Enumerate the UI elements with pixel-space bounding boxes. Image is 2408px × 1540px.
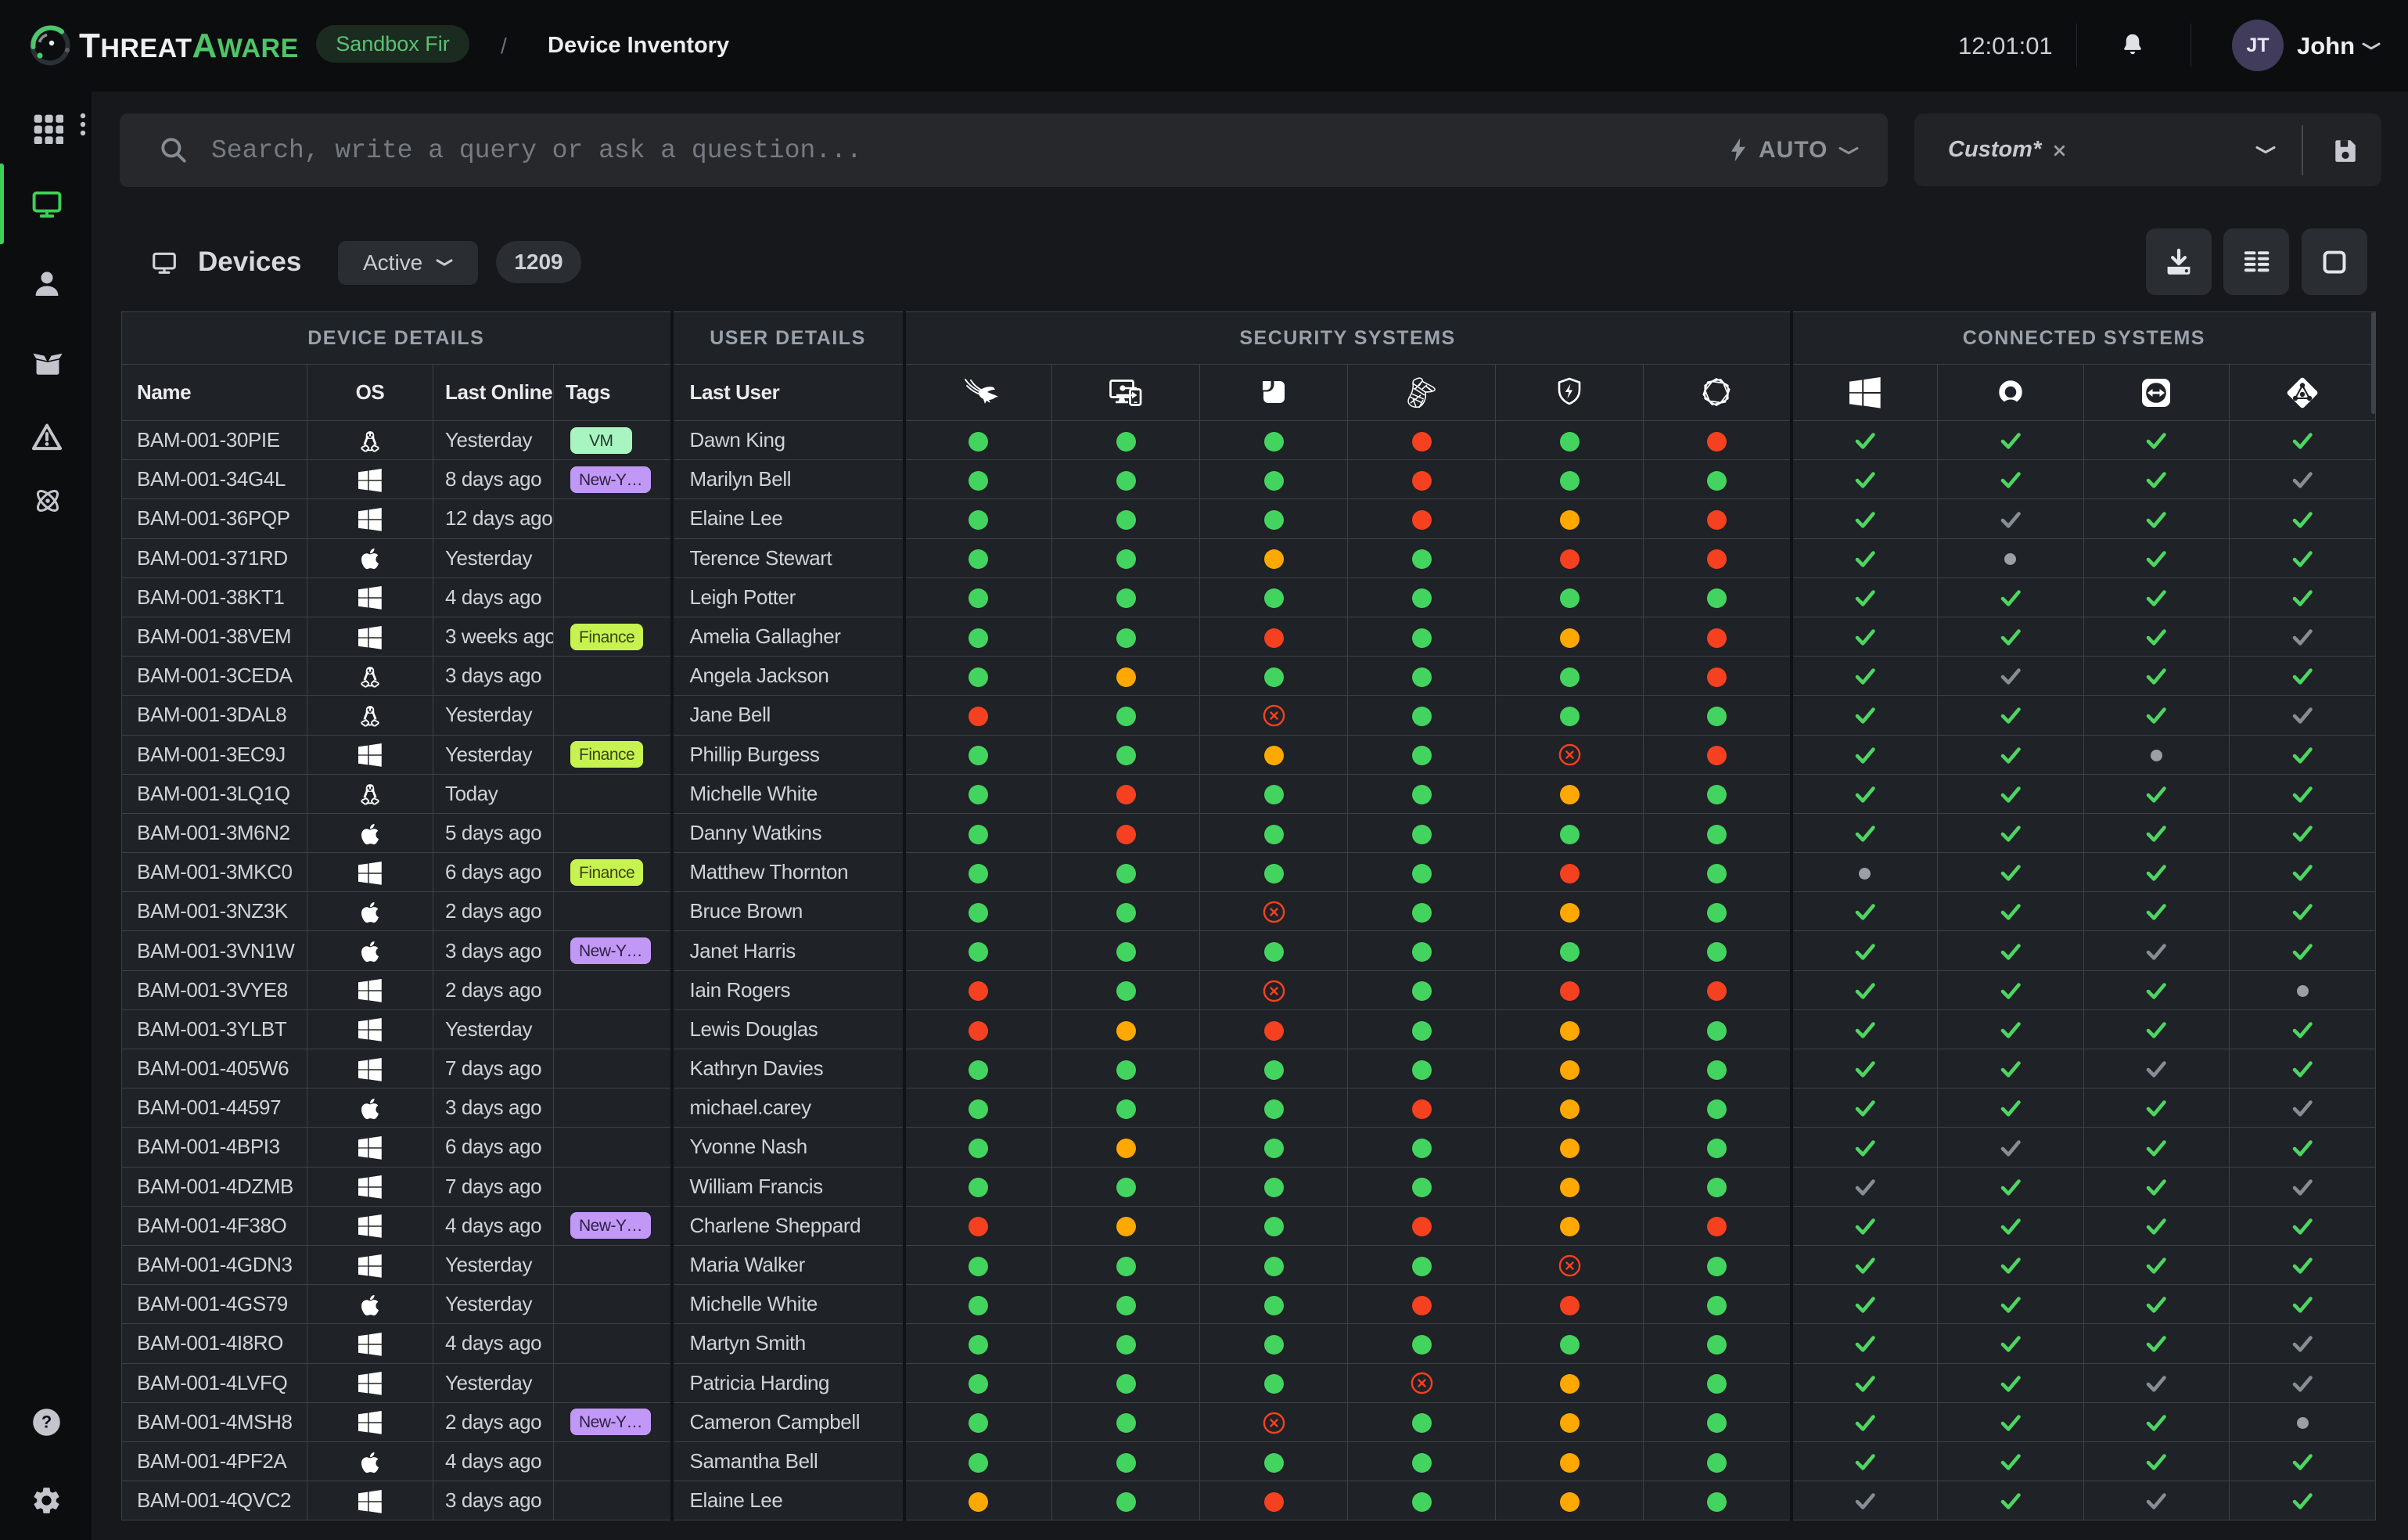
svg-text:?: ? <box>41 1412 52 1432</box>
